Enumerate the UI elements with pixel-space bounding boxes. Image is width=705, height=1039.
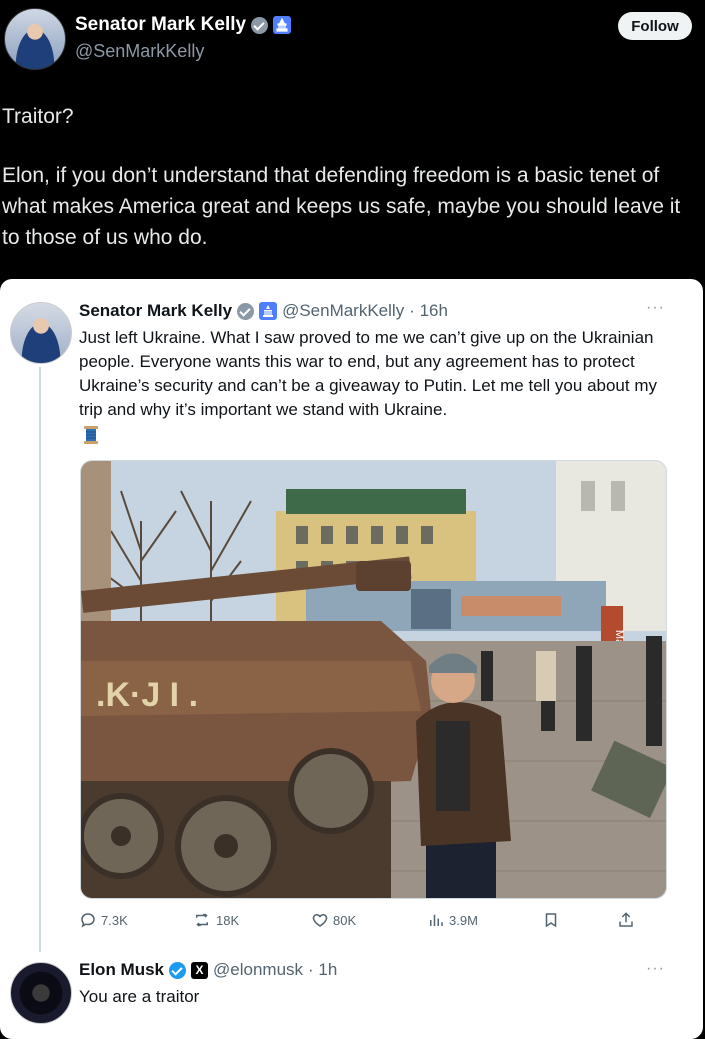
reply-timestamp[interactable]: · 1h	[308, 960, 337, 980]
repost-count: 18K	[216, 912, 240, 928]
quoted-author-avatar[interactable]	[10, 302, 72, 364]
quoted-timestamp[interactable]: · 16h	[409, 301, 448, 321]
heart-icon	[312, 913, 328, 927]
author-handle[interactable]: @SenMarkKelly	[75, 41, 204, 62]
reply-author-avatar[interactable]	[10, 962, 72, 1024]
views-icon	[430, 914, 443, 926]
tweet-actions: 7.3K 18K 80K 3.9M	[79, 911, 649, 933]
share-icon	[619, 912, 633, 927]
tweet-text-line1: Traitor?	[2, 105, 74, 128]
thread-spool-icon	[84, 426, 98, 444]
bookmark-icon	[545, 913, 557, 928]
reply-header: Elon Musk X @elonmusk · 1h	[79, 960, 337, 980]
bookmark-button[interactable]	[542, 911, 560, 929]
like-count: 80K	[333, 912, 357, 928]
views-count: 3.9M	[449, 912, 478, 928]
quoted-tweet-text: Just left Ukraine. What I saw proved to …	[79, 328, 657, 419]
capitol-icon	[259, 302, 278, 320]
verified-icon	[237, 302, 255, 320]
quoted-tweet-card[interactable]: Senator Mark Kelly @SenMarkKelly · 16h ·…	[0, 279, 703, 1039]
tank-photo: Mariupol .K·J I .	[81, 461, 666, 898]
more-options-icon[interactable]: ···	[646, 960, 665, 978]
quoted-header: Senator Mark Kelly @SenMarkKelly · 16h	[79, 301, 448, 321]
tweet-text-line2: Elon, if you don’t understand that defen…	[2, 164, 681, 249]
repost-icon	[196, 913, 208, 927]
capitol-icon	[273, 16, 292, 34]
thread-line	[39, 367, 41, 952]
reply-author-name[interactable]: Elon Musk	[79, 960, 164, 980]
author-name[interactable]: Senator Mark Kelly	[75, 14, 246, 36]
reply-icon	[81, 913, 95, 928]
reply-text: You are a traitor	[79, 987, 200, 1006]
share-button[interactable]	[617, 911, 635, 929]
verified-icon	[169, 961, 187, 979]
views-button[interactable]: 3.9M	[427, 911, 478, 929]
author-name-row[interactable]: Senator Mark Kelly	[75, 14, 292, 36]
reply-author-handle[interactable]: @elonmusk	[213, 960, 303, 980]
x-affiliation-icon: X	[191, 961, 209, 979]
tweet-photo[interactable]: Mariupol .K·J I .	[80, 460, 667, 899]
repost-button[interactable]: 18K	[192, 911, 239, 929]
reply-button[interactable]: 7.3K	[79, 911, 128, 929]
svg-text:.K·J I .: .K·J I .	[96, 676, 198, 714]
author-avatar[interactable]	[4, 8, 66, 70]
more-options-icon[interactable]: ···	[646, 299, 665, 317]
quoted-author-name[interactable]: Senator Mark Kelly	[79, 301, 232, 321]
like-button[interactable]: 80K	[311, 911, 356, 929]
reply-count: 7.3K	[101, 912, 128, 928]
follow-button[interactable]: Follow	[618, 12, 692, 40]
quoted-author-handle[interactable]: @SenMarkKelly	[282, 301, 404, 321]
verified-icon	[251, 16, 269, 34]
